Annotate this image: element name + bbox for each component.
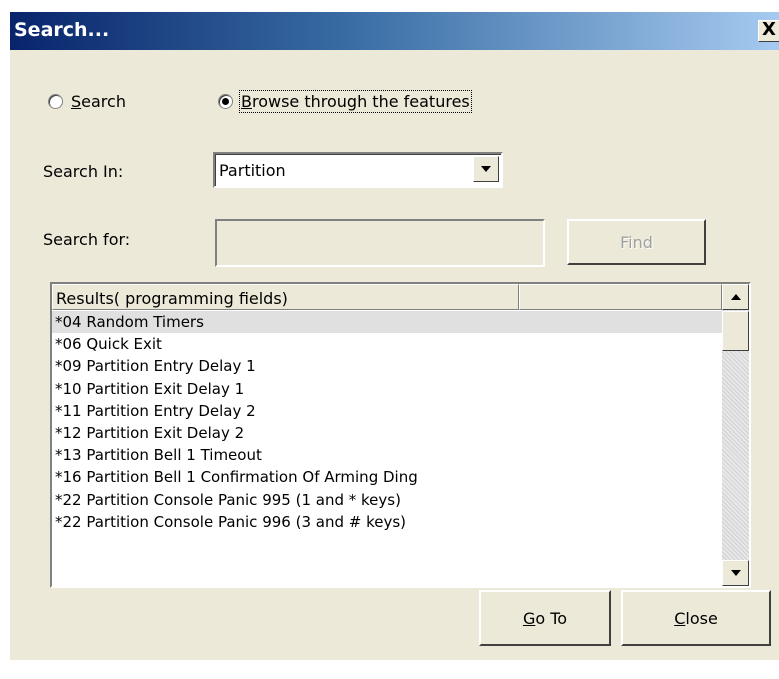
window-title: Search... bbox=[14, 19, 110, 41]
search-radio-circle[interactable] bbox=[48, 94, 63, 109]
find-button-label: Find bbox=[620, 232, 653, 252]
search-for-input[interactable] bbox=[215, 219, 545, 267]
search-radio-label: Search bbox=[71, 92, 126, 111]
list-item[interactable]: *13 Partition Bell 1 Timeout bbox=[52, 444, 722, 466]
results-column-header[interactable]: Results( programming fields) bbox=[52, 284, 519, 310]
list-item[interactable]: *22 Partition Console Panic 995 (1 and *… bbox=[52, 489, 722, 511]
list-item[interactable]: *12 Partition Exit Delay 2 bbox=[52, 422, 722, 444]
results-column-title: Results( programming fields) bbox=[56, 289, 288, 308]
goto-button[interactable]: Go To bbox=[479, 590, 611, 646]
title-bar[interactable]: Search... X bbox=[10, 12, 779, 50]
search-in-label: Search In: bbox=[43, 162, 124, 181]
list-item[interactable]: *06 Quick Exit bbox=[52, 333, 722, 355]
find-button[interactable]: Find bbox=[567, 219, 706, 265]
search-in-dropdown[interactable]: Partition bbox=[213, 152, 503, 188]
results-rows: *04 Random Timers *06 Quick Exit *09 Parti… bbox=[52, 311, 722, 533]
scroll-up-icon[interactable] bbox=[722, 284, 749, 310]
list-item[interactable]: *11 Partition Entry Delay 2 bbox=[52, 400, 722, 422]
goto-button-label: Go To bbox=[522, 608, 568, 628]
scrollbar-thumb[interactable] bbox=[722, 311, 749, 351]
results-column-header-2[interactable] bbox=[519, 284, 722, 310]
close-button[interactable]: Close bbox=[621, 590, 771, 646]
dropdown-arrow-icon[interactable] bbox=[473, 156, 499, 182]
results-list[interactable]: Results( programming fields) *04 Random … bbox=[50, 282, 751, 588]
browse-radio[interactable]: Browse through the features bbox=[218, 90, 472, 113]
results-scrollbar[interactable] bbox=[722, 284, 749, 586]
search-for-label: Search for: bbox=[43, 230, 131, 249]
search-radio[interactable]: Search bbox=[48, 92, 126, 111]
close-icon[interactable]: X bbox=[758, 20, 779, 42]
list-item[interactable]: *04 Random Timers bbox=[52, 311, 722, 334]
browse-radio-label: Browse through the features bbox=[239, 90, 472, 113]
list-item[interactable]: *09 Partition Entry Delay 1 bbox=[52, 355, 722, 377]
scroll-down-icon[interactable] bbox=[722, 560, 749, 586]
search-in-value: Partition bbox=[219, 161, 286, 180]
list-item[interactable]: *10 Partition Exit Delay 1 bbox=[52, 378, 722, 400]
close-button-label: Close bbox=[674, 608, 718, 628]
browse-radio-circle[interactable] bbox=[218, 94, 233, 109]
list-item[interactable]: *22 Partition Console Panic 996 (3 and #… bbox=[52, 511, 722, 533]
search-dialog: Search... X Search Browse through the fe… bbox=[10, 12, 779, 660]
list-item[interactable]: *16 Partition Bell 1 Confirmation Of Arm… bbox=[52, 466, 722, 488]
